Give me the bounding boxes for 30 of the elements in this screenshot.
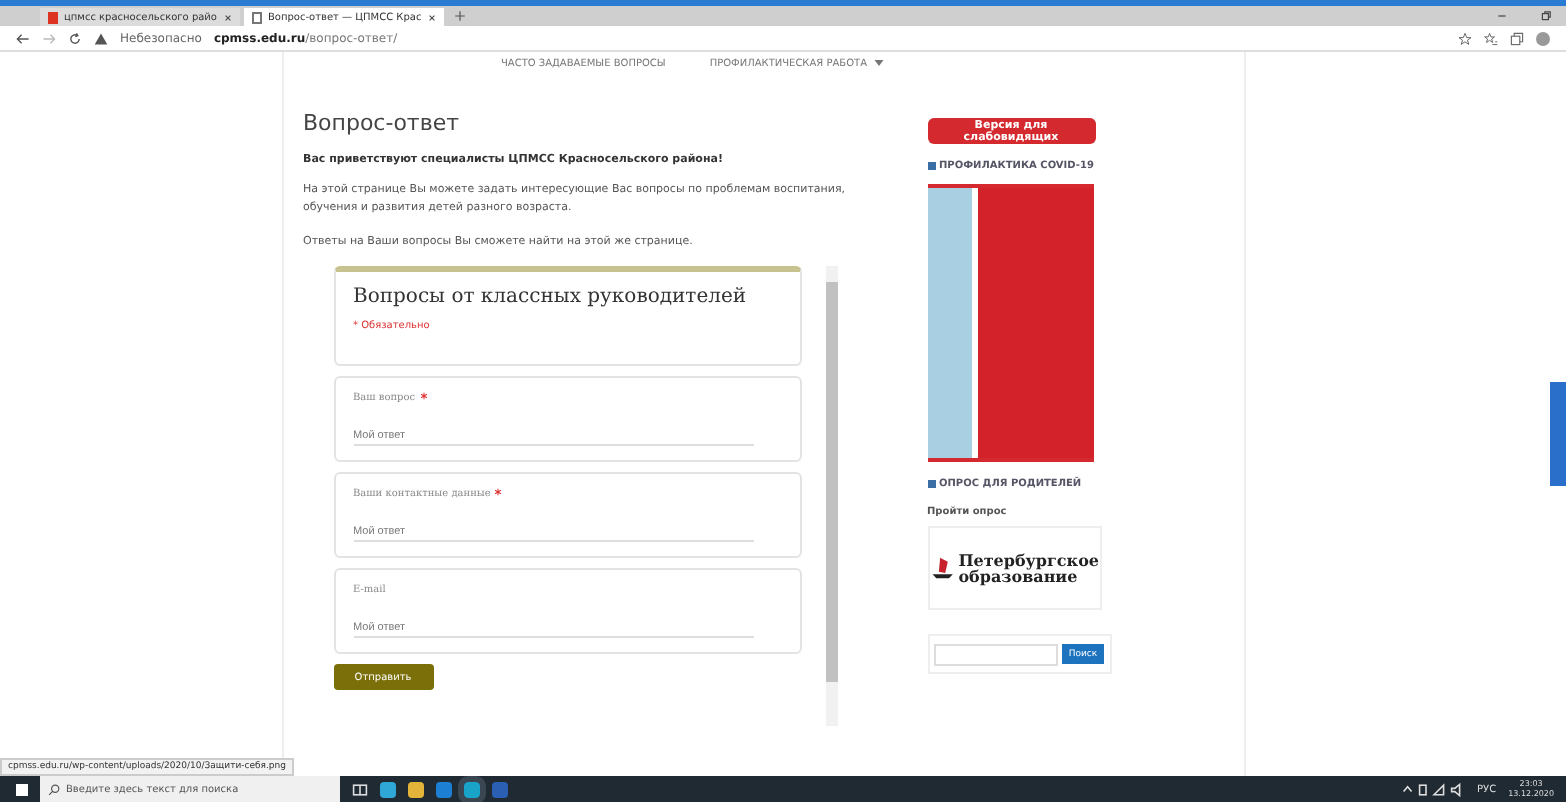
profile-avatar[interactable] [1536,31,1550,45]
logo-text: Петербургское [958,552,1099,568]
form-title: Вопросы от классных руководителей [353,286,749,309]
collections-icon[interactable] [1510,31,1524,45]
page-icon [252,11,262,23]
minimize-button[interactable] [1496,10,1508,22]
poster-image[interactable] [927,184,1093,462]
star-icon[interactable] [1458,31,1472,45]
warning-icon [94,31,108,45]
logo-banner[interactable]: Петербургское образование [927,526,1101,610]
logo-text: образование [958,568,1078,584]
search-icon [48,783,60,795]
favorites-icon[interactable] [1484,31,1498,45]
close-icon[interactable] [428,13,436,21]
restore-button[interactable] [1540,10,1552,22]
page-icon [48,11,58,23]
page-title: Вопрос-ответ [303,110,461,136]
scrollbar[interactable] [825,266,837,727]
back-button[interactable] [16,31,30,45]
windows-icon[interactable] [16,783,28,795]
tray-icons[interactable] [1401,781,1466,797]
ship-icon [929,554,955,582]
caret-icon [873,60,883,67]
reload-button[interactable] [68,31,82,45]
required-asterisk-icon [494,488,503,497]
new-tab-button[interactable] [454,10,466,22]
required-asterisk-icon [419,392,428,401]
close-icon[interactable] [224,13,232,21]
task-view-icon[interactable] [352,781,368,797]
search-field[interactable] [934,643,1059,665]
